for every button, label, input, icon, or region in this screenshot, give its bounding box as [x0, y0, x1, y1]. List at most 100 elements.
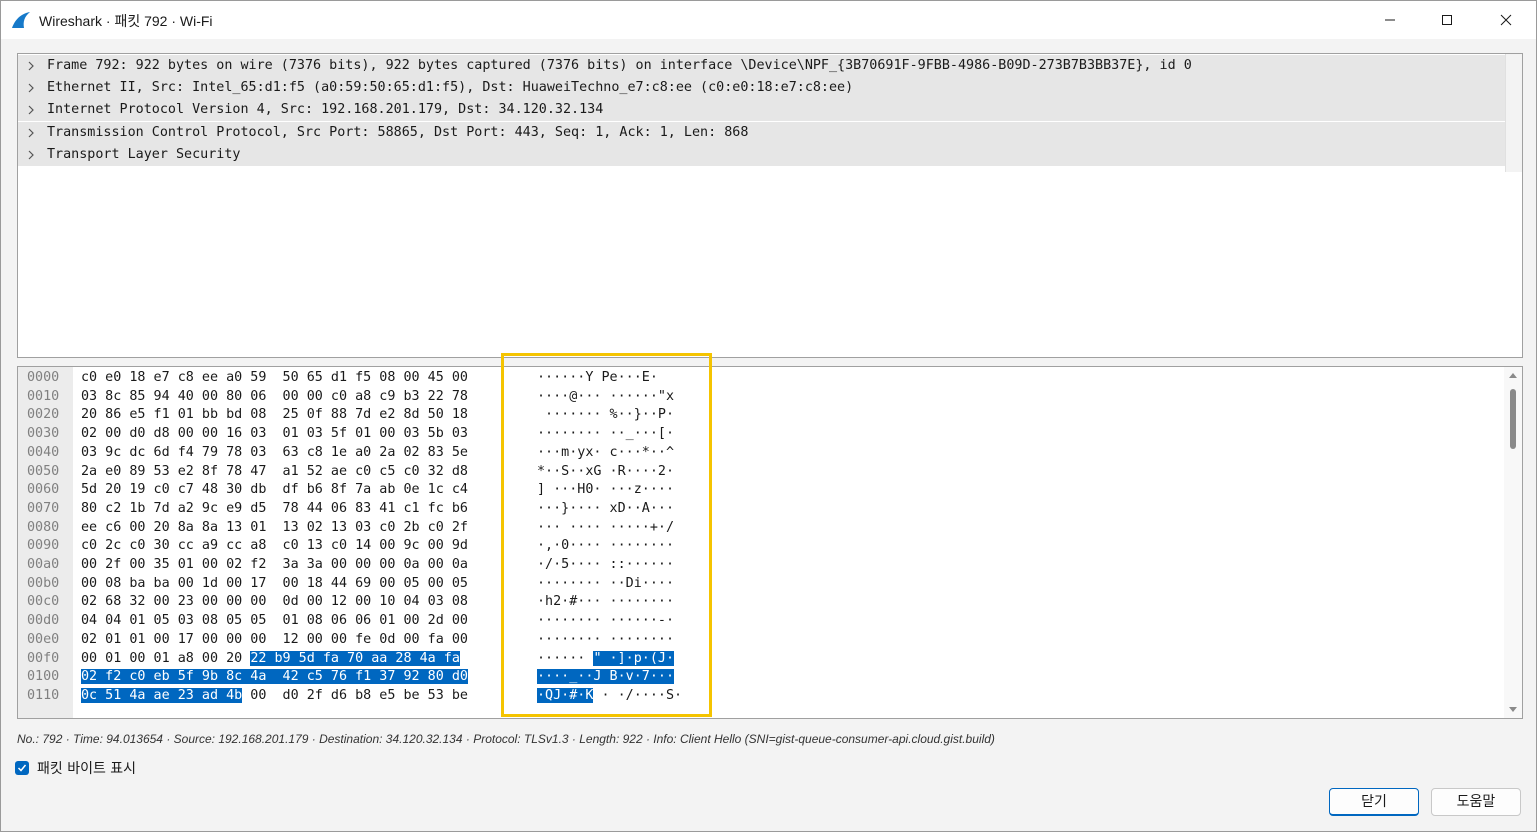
tree-row-label: Frame 792: 922 bytes on wire (7376 bits)… [47, 58, 1192, 73]
hex-row[interactable]: 00c0 02 68 32 00 23 00 00 00 0d 00 12 00 … [18, 592, 1502, 611]
hex-row[interactable]: 0010 03 8c 85 94 40 00 80 06 00 00 c0 a8 … [18, 387, 1502, 406]
hex-offset: 0030 [27, 426, 60, 442]
show-bytes-option[interactable]: 패킷 바이트 표시 [15, 758, 136, 778]
ascii-text[interactable]: ·h2·#··· ········ [537, 592, 674, 611]
packet-summary-status: No.: 792 · Time: 94.013654 · Source: 192… [17, 732, 995, 746]
ascii-text[interactable]: *··S··xG ·R····2· [537, 462, 674, 481]
hex-offset: 00d0 [27, 613, 60, 629]
unselected-bytes: 00 08 ba ba 00 1d 00 17 00 18 44 69 00 0… [81, 575, 468, 591]
hex-row[interactable]: 00e0 02 01 01 00 17 00 00 00 12 00 00 fe … [18, 630, 1502, 649]
tree-row-tls[interactable]: Transport Layer Security [18, 144, 1506, 166]
close-window-button[interactable] [1483, 1, 1529, 39]
hex-row[interactable]: 00a0 00 2f 00 35 01 00 02 f2 3a 3a 00 00 … [18, 555, 1502, 574]
hex-row[interactable]: 0020 20 86 e5 f1 01 bb bd 08 25 0f 88 7d … [18, 405, 1502, 424]
scrollbar-thumb[interactable] [1510, 389, 1516, 449]
ascii-text[interactable]: ·/·5···· ::······ [537, 555, 674, 574]
bytes-scrollbar[interactable] [1504, 367, 1522, 718]
chevron-right-icon[interactable] [26, 128, 36, 138]
chevron-right-icon[interactable] [26, 150, 36, 160]
hex-row[interactable]: 00f0 00 01 00 01 a8 00 20 22 b9 5d fa 70 … [18, 649, 1502, 668]
hex-bytes[interactable]: 03 9c dc 6d f4 79 78 03 63 c8 1e a0 2a 0… [81, 443, 468, 462]
tree-row-frame[interactable]: Frame 792: 922 bytes on wire (7376 bits)… [18, 55, 1506, 77]
tree-row-tcp[interactable]: Transmission Control Protocol, Src Port:… [18, 122, 1506, 144]
scroll-up-icon[interactable] [1509, 372, 1517, 378]
ascii-text[interactable]: ] ···H0· ···z···· [537, 480, 674, 499]
hex-row[interactable]: 0050 2a e0 89 53 e2 8f 78 47 a1 52 ae c0 … [18, 462, 1502, 481]
hex-bytes[interactable]: 20 86 e5 f1 01 bb bd 08 25 0f 88 7d e2 8… [81, 405, 468, 424]
hex-offset: 0100 [27, 669, 60, 685]
unselected-bytes: c0 e0 18 e7 c8 ee a0 59 50 65 d1 f5 08 0… [81, 370, 468, 385]
unselected-bytes: 2a e0 89 53 e2 8f 78 47 a1 52 ae c0 c5 c… [81, 463, 468, 479]
hex-bytes[interactable]: 02 68 32 00 23 00 00 00 0d 00 12 00 10 0… [81, 592, 468, 611]
hex-offset: 0110 [27, 687, 60, 703]
ascii-text[interactable]: ·,·0···· ········ [537, 536, 674, 555]
hex-bytes[interactable]: 00 01 00 01 a8 00 20 22 b9 5d fa 70 aa 2… [81, 649, 460, 668]
hex-bytes[interactable]: 02 f2 c0 eb 5f 9b 8c 4a 42 c5 76 f1 37 9… [81, 667, 468, 686]
chevron-right-icon[interactable] [26, 83, 36, 93]
hex-row[interactable]: 00b0 00 08 ba ba 00 1d 00 17 00 18 44 69 … [18, 574, 1502, 593]
hex-bytes[interactable]: 00 08 ba ba 00 1d 00 17 00 18 44 69 00 0… [81, 574, 468, 593]
hex-row[interactable]: 0070 80 c2 1b 7d a2 9c e9 d5 78 44 06 83 … [18, 499, 1502, 518]
ascii-text[interactable]: ····@··· ······"x [537, 387, 674, 406]
hex-bytes[interactable]: 03 8c 85 94 40 00 80 06 00 00 c0 a8 c9 b… [81, 387, 468, 406]
minimize-button[interactable] [1367, 1, 1413, 39]
ascii-text[interactable]: ········ ··_···[· [537, 424, 674, 443]
help-button[interactable]: 도움말 [1431, 788, 1521, 816]
hex-bytes[interactable]: c0 e0 18 e7 c8 ee a0 59 50 65 d1 f5 08 0… [81, 368, 468, 387]
packet-bytes-pane[interactable]: 0000 c0 e0 18 e7 c8 ee a0 59 50 65 d1 f5 … [17, 366, 1523, 719]
ascii-text[interactable]: ········ ··Di···· [537, 574, 674, 593]
hex-bytes[interactable]: ee c6 00 20 8a 8a 13 01 13 02 13 03 c0 2… [81, 518, 468, 537]
ascii-text[interactable]: ····_··J B·v·7··· [537, 667, 675, 686]
ascii-text[interactable]: ···m·yx· c···*··^ [537, 443, 674, 462]
hex-offset: 00f0 [27, 650, 60, 666]
hex-offset: 0090 [27, 538, 60, 554]
chevron-right-icon[interactable] [26, 105, 36, 115]
tree-row-ethernet[interactable]: Ethernet II, Src: Intel_65:d1:f5 (a0:59:… [18, 77, 1506, 99]
packet-details-tree[interactable]: Frame 792: 922 bytes on wire (7376 bits)… [17, 53, 1523, 358]
tree-row-ipv4[interactable]: Internet Protocol Version 4, Src: 192.16… [18, 99, 1506, 121]
chevron-right-icon[interactable] [26, 61, 36, 71]
unselected-bytes: 00 d0 2f d6 b8 e5 be 53 be [242, 687, 468, 703]
hex-row[interactable]: 0100 02 f2 c0 eb 5f 9b 8c 4a 42 c5 76 f1 … [18, 667, 1502, 686]
show-bytes-checkbox[interactable] [15, 761, 29, 775]
hex-row[interactable]: 0090 c0 2c c0 30 cc a9 cc a8 c0 13 c0 14 … [18, 536, 1502, 555]
ascii-text[interactable]: ········ ········ [537, 630, 674, 649]
unselected-ascii: · ·/····S· [593, 687, 683, 703]
unselected-ascii: ········ ··Di···· [537, 575, 675, 591]
scroll-down-icon[interactable] [1509, 707, 1517, 713]
unselected-bytes: 20 86 e5 f1 01 bb bd 08 25 0f 88 7d e2 8… [81, 407, 468, 423]
ascii-text[interactable]: ········ ······-· [537, 611, 674, 630]
close-button[interactable]: 닫기 [1329, 788, 1419, 816]
tree-scrollbar[interactable] [1505, 54, 1522, 172]
hex-bytes[interactable]: c0 2c c0 30 cc a9 cc a8 c0 13 c0 14 00 9… [81, 536, 468, 555]
unselected-ascii: ··· ···· ·····+·/ [537, 519, 675, 535]
hex-bytes[interactable]: 00 2f 00 35 01 00 02 f2 3a 3a 00 00 00 0… [81, 555, 468, 574]
hex-row[interactable]: 0030 02 00 d0 d8 00 00 16 03 01 03 5f 01 … [18, 424, 1502, 443]
ascii-text[interactable]: ···}···· xD··A··· [537, 499, 674, 518]
hex-row[interactable]: 0040 03 9c dc 6d f4 79 78 03 63 c8 1e a0 … [18, 443, 1502, 462]
hex-row[interactable]: 0110 0c 51 4a ae 23 ad 4b 00 d0 2f d6 b8 … [18, 686, 1502, 705]
maximize-button[interactable] [1424, 1, 1470, 39]
ascii-text[interactable]: ·QJ·#·K · ·/····S· [537, 686, 682, 705]
unselected-ascii: ········ ······-· [537, 613, 675, 629]
hex-bytes[interactable]: 2a e0 89 53 e2 8f 78 47 a1 52 ae c0 c5 c… [81, 462, 468, 481]
hex-row[interactable]: 00d0 04 04 01 05 03 08 05 05 01 08 06 06 … [18, 611, 1502, 630]
hex-row[interactable]: 0080 ee c6 00 20 8a 8a 13 01 13 02 13 03 … [18, 518, 1502, 537]
ascii-text[interactable]: ······· %··}··P· [537, 405, 674, 424]
hex-offset: 0080 [27, 519, 60, 535]
unselected-bytes: 02 68 32 00 23 00 00 00 0d 00 12 00 10 0… [81, 594, 468, 610]
hex-bytes[interactable]: 0c 51 4a ae 23 ad 4b 00 d0 2f d6 b8 e5 b… [81, 686, 468, 705]
hex-bytes[interactable]: 02 01 01 00 17 00 00 00 12 00 00 fe 0d 0… [81, 630, 468, 649]
ascii-text[interactable]: ······ " ·]·p·(J· [537, 649, 675, 668]
hex-bytes[interactable]: 02 00 d0 d8 00 00 16 03 01 03 5f 01 00 0… [81, 424, 468, 443]
hex-row[interactable]: 0000 c0 e0 18 e7 c8 ee a0 59 50 65 d1 f5 … [18, 368, 1502, 387]
hex-row[interactable]: 0060 5d 20 19 c0 c7 48 30 db df b6 8f 7a … [18, 480, 1502, 499]
unselected-ascii: ·h2·#··· ········ [537, 594, 675, 610]
hex-bytes[interactable]: 80 c2 1b 7d a2 9c e9 d5 78 44 06 83 41 c… [81, 499, 468, 518]
ascii-text[interactable]: ······Y Pe···E· [537, 368, 658, 387]
close-icon [1500, 14, 1512, 26]
ascii-text[interactable]: ··· ···· ·····+·/ [537, 518, 674, 537]
hex-bytes[interactable]: 04 04 01 05 03 08 05 05 01 08 06 06 01 0… [81, 611, 468, 630]
unselected-ascii: ········ ··_···[· [537, 426, 675, 442]
hex-bytes[interactable]: 5d 20 19 c0 c7 48 30 db df b6 8f 7a ab 0… [81, 480, 468, 499]
